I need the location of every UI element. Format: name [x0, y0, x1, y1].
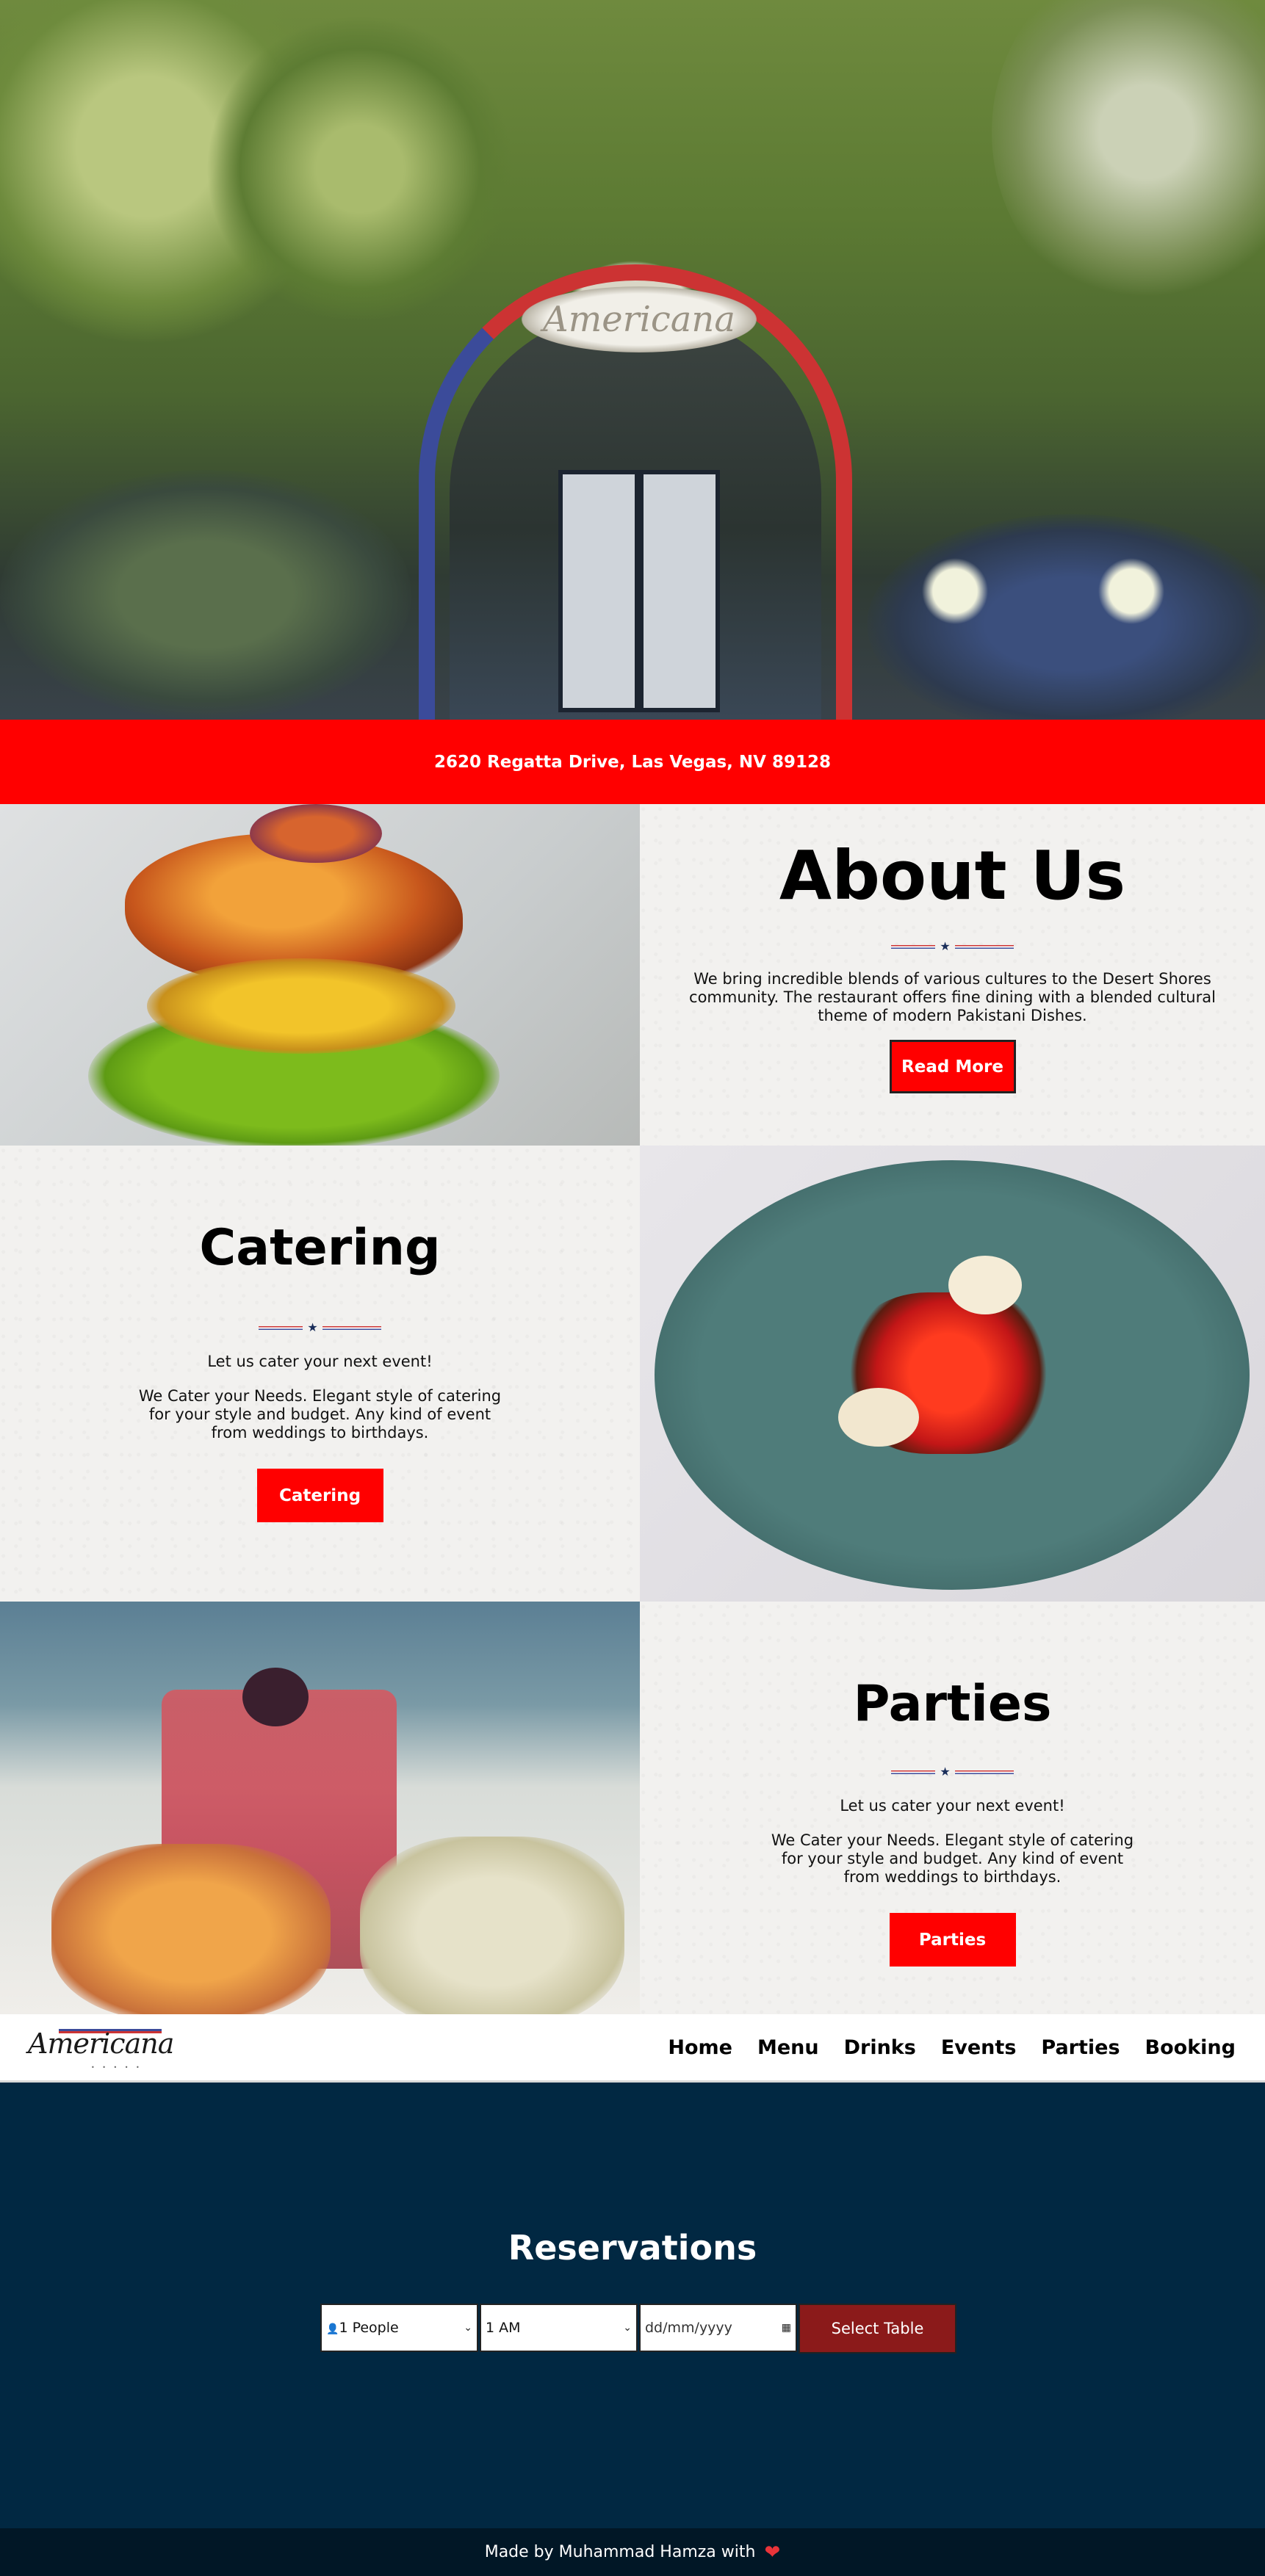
reservations-section: Reservations 👤1 People ⌄ 1 AM ⌄ dd/mm/yy…: [0, 2083, 1265, 2528]
chevron-down-icon: ⌄: [623, 2322, 632, 2334]
dessert-plate-image: [640, 1146, 1265, 1602]
catering-panel: Catering ★ Let us cater your next event!…: [0, 1146, 640, 1602]
about-title: About Us: [779, 836, 1126, 915]
catering-tagline: Let us cater your next event!: [207, 1353, 433, 1370]
nav-booking[interactable]: Booking: [1145, 2036, 1236, 2059]
reservation-form: 👤1 People ⌄ 1 AM ⌄ dd/mm/yyyy ▦ Select T…: [320, 2304, 956, 2354]
catering-text: We Cater your Needs. Elegant style of ca…: [138, 1387, 502, 1441]
time-select[interactable]: 1 AM ⌄: [480, 2304, 638, 2352]
flag-divider: ★: [891, 1765, 1014, 1779]
parties-title: Parties: [853, 1675, 1052, 1733]
footer: Made by Muhammad Hamza with ❤: [0, 2528, 1265, 2576]
parties-text: We Cater your Needs. Elegant style of ca…: [771, 1831, 1134, 1886]
nav-menu[interactable]: Menu: [757, 2036, 819, 2059]
hero-sign: Americana: [522, 286, 757, 352]
calendar-icon: ▦: [781, 2322, 791, 2334]
people-icon: 👤: [326, 2323, 339, 2335]
cocktails-image: [0, 1602, 640, 2014]
salmon-dish-image: [0, 804, 640, 1146]
footer-text: Made by Muhammad Hamza with: [484, 2543, 756, 2561]
parties-tagline: Let us cater your next event!: [840, 1797, 1065, 1815]
navbar: Americana • • • • • Home Menu Drinks Eve…: [0, 2014, 1265, 2083]
nav-parties[interactable]: Parties: [1041, 2036, 1120, 2059]
address-bar: 2620 Regatta Drive, Las Vegas, NV 89128: [0, 720, 1265, 804]
nav-drinks[interactable]: Drinks: [844, 2036, 916, 2059]
heart-icon: ❤: [764, 2541, 781, 2564]
parties-button[interactable]: Parties: [889, 1913, 1016, 1967]
flag-divider: ★: [891, 939, 1014, 953]
parties-panel: Parties ★ Let us cater your next event! …: [640, 1602, 1265, 2014]
catering-title: Catering: [199, 1219, 441, 1277]
nav-events[interactable]: Events: [941, 2036, 1017, 2059]
nav-links: Home Menu Drinks Events Parties Booking: [668, 2036, 1236, 2059]
star-icon: ★: [940, 939, 951, 953]
catering-button[interactable]: Catering: [256, 1469, 383, 1522]
about-text: We bring incredible blends of various cu…: [689, 970, 1216, 1024]
chevron-down-icon: ⌄: [464, 2322, 472, 2334]
flag-divider: ★: [259, 1322, 381, 1334]
people-select[interactable]: 👤1 People ⌄: [320, 2304, 478, 2352]
star-icon: ★: [307, 1320, 318, 1334]
hero-image: Americana: [0, 0, 1265, 720]
reservations-title: Reservations: [508, 2228, 757, 2268]
logo[interactable]: Americana • • • • •: [15, 2022, 174, 2073]
logo-text: Americana: [28, 2027, 174, 2060]
address-text: 2620 Regatta Drive, Las Vegas, NV 89128: [434, 752, 831, 772]
nav-home[interactable]: Home: [668, 2036, 732, 2059]
select-table-button[interactable]: Select Table: [799, 2304, 956, 2354]
star-icon: ★: [940, 1765, 951, 1779]
read-more-button[interactable]: Read More: [889, 1040, 1016, 1093]
date-input[interactable]: dd/mm/yyyy ▦: [639, 2304, 797, 2352]
about-panel: About Us ★ We bring incredible blends of…: [640, 804, 1265, 1146]
